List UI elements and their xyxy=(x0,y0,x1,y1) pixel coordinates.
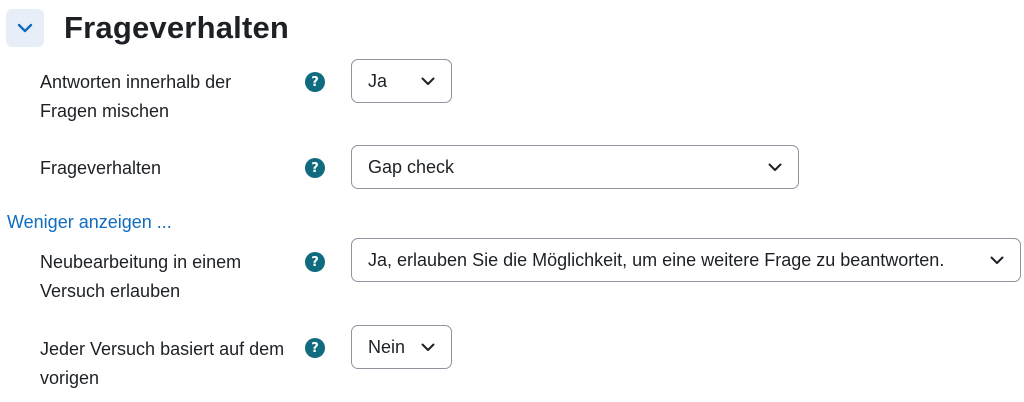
redo-question-value: Ja, erlauben Sie die Möglichkeit, um ein… xyxy=(368,249,945,270)
chevron-down-icon xyxy=(421,77,435,85)
builds-on-last-value: Nein xyxy=(368,336,406,357)
shuffle-answers-label: Antworten innerhalb der Fragen mischen xyxy=(40,68,302,126)
section-header: Frageverhalten xyxy=(6,8,289,48)
help-icon-glyph: ? xyxy=(311,340,319,356)
redo-question-label-line2: Versuch erlauben xyxy=(40,281,181,301)
shuffle-answers-label-line2: Fragen mischen xyxy=(40,101,170,121)
show-less-link[interactable]: Weniger anzeigen ... xyxy=(7,212,172,233)
shuffle-answers-value: Ja xyxy=(368,70,388,91)
builds-on-last-select[interactable]: Nein xyxy=(351,325,452,369)
help-icon-glyph: ? xyxy=(311,160,319,176)
builds-on-last-label: Jeder Versuch basiert auf dem vorigen xyxy=(40,335,302,393)
help-icon[interactable]: ? xyxy=(305,72,325,92)
help-icon[interactable]: ? xyxy=(305,158,325,178)
help-icon[interactable]: ? xyxy=(305,252,325,272)
chevron-down-icon xyxy=(421,343,435,351)
redo-question-label: Neubearbeitung in einem Versuch erlauben xyxy=(40,248,302,306)
collapse-toggle-button[interactable] xyxy=(6,9,44,47)
help-icon-glyph: ? xyxy=(311,254,319,270)
builds-on-last-label-line1: Jeder Versuch basiert auf dem xyxy=(40,339,285,359)
shuffle-answers-label-line1: Antworten innerhalb der xyxy=(40,72,232,92)
help-icon-glyph: ? xyxy=(311,74,319,90)
redo-question-select[interactable]: Ja, erlauben Sie die Möglichkeit, um ein… xyxy=(351,238,1021,282)
question-behaviour-label: Frageverhalten xyxy=(40,158,162,178)
builds-on-last-label-line2: vorigen xyxy=(40,368,100,388)
section-title: Frageverhalten xyxy=(64,10,290,45)
question-behaviour-value: Gap check xyxy=(368,156,455,177)
shuffle-answers-select[interactable]: Ja xyxy=(351,59,452,103)
chevron-down-icon xyxy=(768,163,782,171)
help-icon[interactable]: ? xyxy=(305,338,325,358)
redo-question-label-line1: Neubearbeitung in einem xyxy=(40,252,242,272)
question-behaviour-select[interactable]: Gap check xyxy=(351,145,799,189)
chevron-down-icon xyxy=(990,256,1004,264)
chevron-down-icon xyxy=(17,23,33,33)
